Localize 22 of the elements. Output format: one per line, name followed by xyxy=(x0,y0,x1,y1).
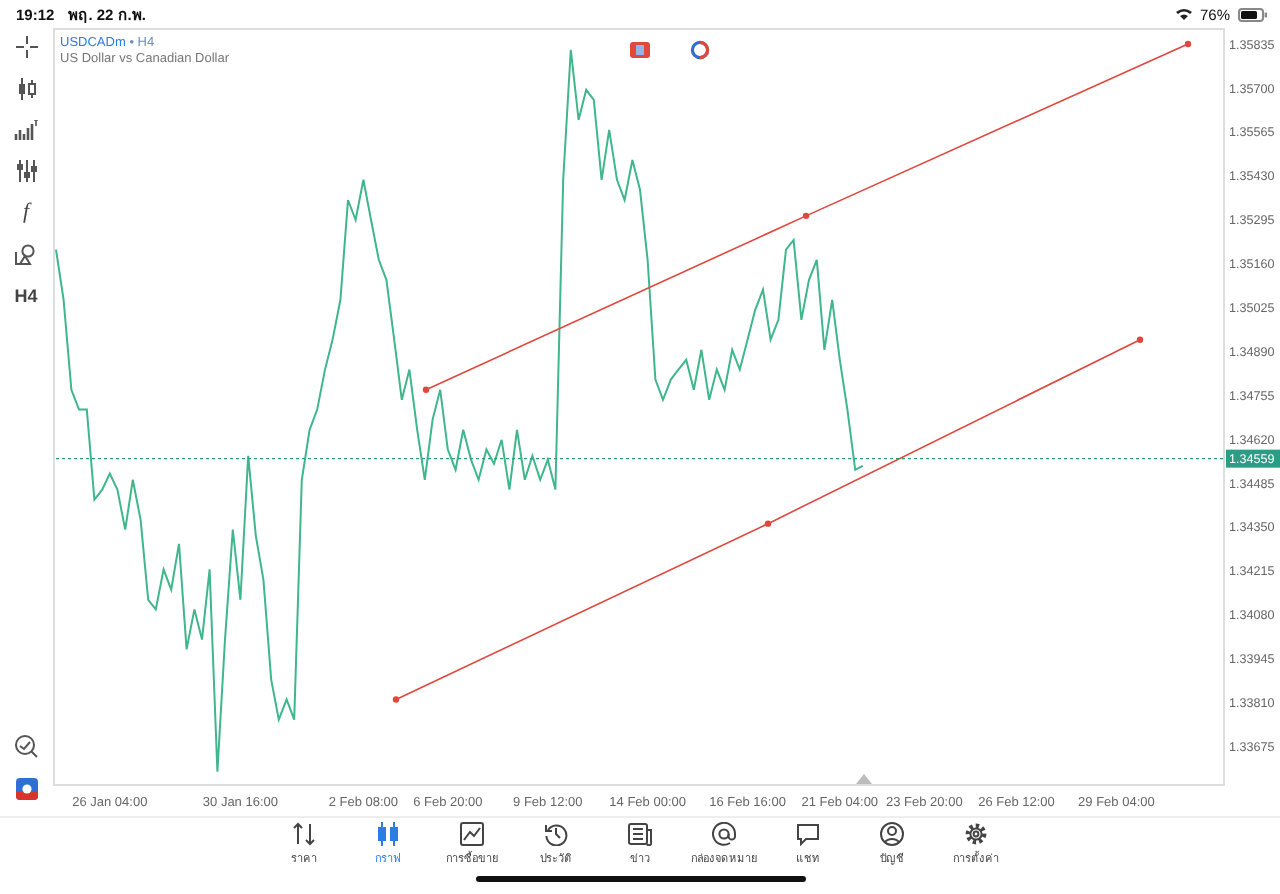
chat-icon[interactable] xyxy=(14,734,38,758)
nav-icon xyxy=(628,822,652,846)
nav-icon xyxy=(964,822,988,846)
scroll-marker-icon[interactable] xyxy=(856,774,872,784)
ring-icon[interactable] xyxy=(690,40,710,60)
nav-icon xyxy=(292,822,316,846)
battery-icon xyxy=(1238,7,1268,21)
candlestick-icon[interactable] xyxy=(15,78,37,100)
nav-icon xyxy=(796,822,820,846)
nav-icon xyxy=(460,822,484,846)
wifi-icon xyxy=(1175,8,1192,20)
toolbar-button[interactable]: H4 xyxy=(14,286,38,308)
app-logo-icon[interactable] xyxy=(15,778,37,800)
crosshair-icon[interactable] xyxy=(15,36,37,58)
bar-chart-icon[interactable] xyxy=(14,120,38,140)
nav-icon xyxy=(712,822,736,846)
toolbar-button[interactable]: f xyxy=(22,202,30,224)
nav-icon xyxy=(376,822,400,846)
nav-icon xyxy=(544,822,568,846)
nav-icon xyxy=(880,822,904,846)
shapes-icon[interactable] xyxy=(14,244,38,266)
sliders-icon[interactable] xyxy=(15,160,37,182)
